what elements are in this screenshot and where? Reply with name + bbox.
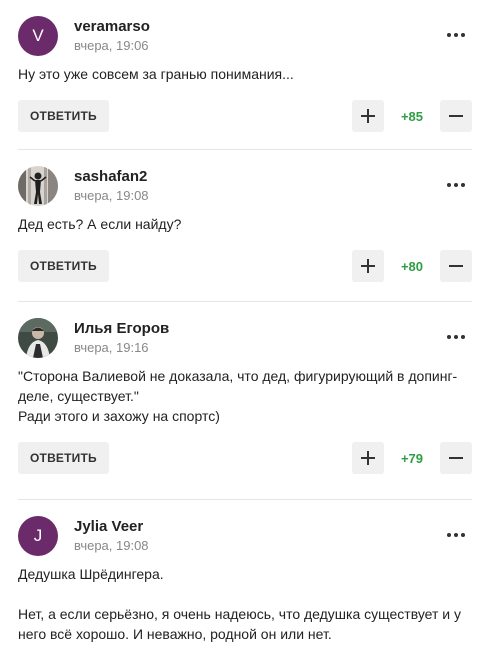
downvote-button[interactable] — [440, 442, 472, 474]
upvote-button[interactable] — [352, 442, 384, 474]
comment: sashafan2 вчера, 19:08 Дед есть? А если … — [18, 166, 472, 282]
comment-paragraph: Ради этого и захожу на спортс) — [18, 408, 220, 424]
divider — [18, 301, 472, 302]
comment-actions: ОТВЕТИТЬ +85 — [18, 100, 472, 132]
comment-header: sashafan2 вчера, 19:08 — [18, 166, 472, 206]
comment-header: Илья Егоров вчера, 19:16 — [18, 318, 472, 358]
comment-paragraph: "Сторона Валиевой не доказала, что дед, … — [18, 368, 458, 404]
comment-paragraph: Нет, а если серьёзно, я очень надеюсь, ч… — [18, 606, 462, 642]
reply-button[interactable]: ОТВЕТИТЬ — [18, 100, 109, 132]
divider — [18, 499, 472, 500]
author-name[interactable]: Jylia Veer — [74, 518, 143, 535]
comment-time: вчера, 19:08 — [74, 538, 149, 553]
avatar[interactable]: J — [18, 516, 58, 556]
author-name[interactable]: sashafan2 — [74, 168, 147, 185]
avatar[interactable]: V — [18, 16, 58, 56]
avatar[interactable] — [18, 166, 58, 206]
reply-button[interactable]: ОТВЕТИТЬ — [18, 250, 109, 282]
vote-controls: +79 — [352, 442, 472, 474]
comment-actions: ОТВЕТИТЬ +79 — [18, 442, 472, 474]
author-name[interactable]: Илья Егоров — [74, 320, 169, 337]
upvote-button[interactable] — [352, 250, 384, 282]
comment: Илья Егоров вчера, 19:16 "Сторона Валиев… — [18, 318, 472, 474]
comment-time: вчера, 19:08 — [74, 188, 149, 203]
minus-icon — [449, 265, 463, 267]
downvote-button[interactable] — [440, 250, 472, 282]
comment-actions: ОТВЕТИТЬ +80 — [18, 250, 472, 282]
comment-paragraph — [18, 584, 472, 604]
comment-header: V veramarso вчера, 19:06 — [18, 16, 472, 56]
avatar-letter: V — [32, 26, 44, 45]
comment-text: Дед есть? А если найду? — [18, 214, 472, 234]
vote-score: +80 — [400, 258, 424, 274]
more-options-icon[interactable] — [444, 525, 468, 545]
minus-icon — [449, 457, 463, 459]
comment-time: вчера, 19:06 — [74, 38, 149, 53]
vote-score: +85 — [400, 108, 424, 124]
comment: J Jylia Veer вчера, 19:08 Дедушка Шрёдин… — [18, 516, 472, 644]
more-options-icon[interactable] — [444, 327, 468, 347]
vote-score: +79 — [400, 450, 424, 466]
author-name[interactable]: veramarso — [74, 18, 150, 35]
comment-paragraph: Дедушка Шрёдингера. — [18, 566, 164, 582]
comment-paragraph: Ну это уже совсем за гранью понимания... — [18, 66, 294, 82]
comment-header: J Jylia Veer вчера, 19:08 — [18, 516, 472, 556]
more-options-icon[interactable] — [444, 175, 468, 195]
more-options-icon[interactable] — [444, 25, 468, 45]
vote-controls: +80 — [352, 250, 472, 282]
avatar[interactable] — [18, 318, 58, 358]
vote-controls: +85 — [352, 100, 472, 132]
divider — [18, 149, 472, 150]
reply-button[interactable]: ОТВЕТИТЬ — [18, 442, 109, 474]
comment-text: "Сторона Валиевой не доказала, что дед, … — [18, 366, 472, 426]
upvote-button[interactable] — [352, 100, 384, 132]
comment-text: Ну это уже совсем за гранью понимания... — [18, 64, 472, 84]
avatar-letter: J — [33, 526, 43, 545]
downvote-button[interactable] — [440, 100, 472, 132]
comment-text: Дедушка Шрёдингера. Нет, а если серьёзно… — [18, 564, 472, 644]
comment-paragraph: Дед есть? А если найду? — [18, 216, 182, 232]
minus-icon — [449, 115, 463, 117]
comment-time: вчера, 19:16 — [74, 340, 149, 355]
comment: V veramarso вчера, 19:06 Ну это уже совс… — [18, 16, 472, 132]
